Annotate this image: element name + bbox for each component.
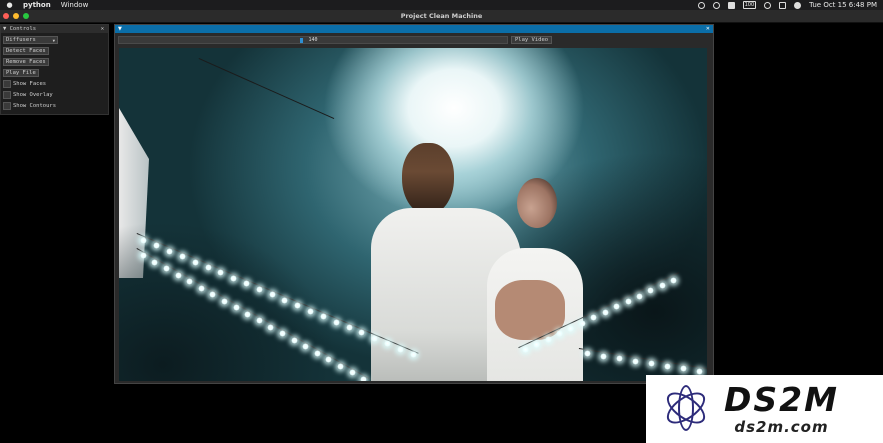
play-video-button[interactable]: Play Video bbox=[511, 36, 553, 44]
checkbox-box[interactable] bbox=[3, 80, 11, 88]
light-bulb bbox=[255, 317, 263, 325]
light-bulb bbox=[166, 247, 174, 255]
close-window-button[interactable] bbox=[3, 13, 9, 19]
light-bulb bbox=[521, 346, 529, 354]
light-bulb bbox=[319, 313, 327, 321]
watermark-brand: DS2M bbox=[724, 380, 839, 419]
model-select-value: Diffusers bbox=[6, 37, 36, 43]
light-bulb bbox=[360, 375, 368, 381]
controls-header-label: ▼ Controls bbox=[3, 26, 37, 32]
light-bulb bbox=[578, 319, 586, 327]
light-bulb bbox=[358, 329, 366, 337]
menu-window[interactable]: Window bbox=[61, 1, 89, 9]
checkbox-box[interactable] bbox=[3, 102, 11, 110]
light-bulb bbox=[664, 362, 671, 370]
sync-icon[interactable] bbox=[697, 1, 705, 9]
light-bulb bbox=[313, 349, 321, 357]
time-machine-icon[interactable] bbox=[712, 1, 720, 9]
close-icon[interactable]: ✕ bbox=[101, 26, 104, 32]
maximize-window-button[interactable] bbox=[23, 13, 29, 19]
checkbox-box[interactable] bbox=[3, 91, 11, 99]
light-bulb bbox=[348, 369, 356, 377]
apple-icon[interactable]: ● bbox=[6, 1, 13, 9]
controls-panel: ▼ Controls ✕ Diffusers ▼ Detect Faces Re… bbox=[0, 24, 109, 115]
close-icon[interactable]: ✕ bbox=[706, 26, 710, 32]
wifi-icon[interactable] bbox=[764, 1, 772, 9]
ds2m-logo-icon bbox=[656, 379, 716, 439]
checkbox-label: Show Overlay bbox=[13, 92, 53, 98]
light-bulb bbox=[178, 253, 186, 261]
video-frame bbox=[119, 48, 707, 381]
light-bulb bbox=[139, 252, 147, 260]
light-bulb bbox=[221, 297, 228, 305]
watermark-url: ds2m.com bbox=[734, 418, 829, 436]
light-bulb bbox=[636, 292, 643, 300]
frame-slider[interactable]: 140 bbox=[118, 36, 508, 44]
light-bulb bbox=[244, 310, 252, 318]
player-header[interactable]: ▼ ✕ bbox=[115, 25, 713, 33]
light-bulb bbox=[544, 335, 552, 343]
video-player-panel: ▼ ✕ 140 Play Video bbox=[114, 24, 714, 384]
light-bulb bbox=[601, 308, 609, 316]
watermark: DS2M ds2m.com bbox=[646, 375, 883, 443]
show-overlay-checkbox[interactable]: Show Overlay bbox=[3, 91, 108, 99]
minimize-window-button[interactable] bbox=[13, 13, 19, 19]
light-bulb bbox=[624, 298, 632, 306]
font-icon[interactable] bbox=[727, 1, 735, 9]
light-bulb bbox=[290, 336, 298, 344]
controls-header[interactable]: ▼ Controls ✕ bbox=[1, 25, 108, 33]
light-bulb bbox=[197, 284, 205, 292]
light-bulb bbox=[658, 282, 666, 290]
light-bulb bbox=[337, 362, 344, 370]
menu-clock[interactable]: Tue Oct 15 6:48 PM bbox=[809, 1, 877, 9]
window-titlebar: Project Clean Machine bbox=[0, 10, 883, 23]
menu-bar: ● python Window 100 Tue Oct 15 6:48 PM bbox=[0, 0, 883, 10]
detect-faces-button[interactable]: Detect Faces bbox=[3, 47, 49, 55]
chevron-down-icon: ▼ bbox=[52, 37, 55, 43]
frame-slider-value: 140 bbox=[308, 37, 318, 43]
light-bulb bbox=[255, 285, 263, 293]
status-area: 100 Tue Oct 15 6:48 PM bbox=[697, 1, 877, 9]
show-contours-checkbox[interactable]: Show Contours bbox=[3, 102, 108, 110]
light-bulb bbox=[307, 307, 315, 315]
show-faces-checkbox[interactable]: Show Faces bbox=[3, 80, 108, 88]
window-title: Project Clean Machine bbox=[400, 12, 483, 20]
woman-head bbox=[517, 178, 557, 228]
light-bulb bbox=[600, 352, 607, 360]
control-center-icon[interactable] bbox=[779, 1, 787, 9]
light-bulb bbox=[174, 271, 182, 279]
light-bulb bbox=[232, 304, 240, 312]
light-bulb bbox=[396, 345, 404, 353]
light-bulb bbox=[191, 258, 199, 266]
light-bulb bbox=[332, 318, 340, 326]
light-string bbox=[198, 58, 334, 119]
traffic-lights bbox=[3, 13, 29, 19]
light-bulb bbox=[345, 324, 353, 331]
play-file-button[interactable]: Play File bbox=[3, 69, 39, 77]
menu-app-name[interactable]: python bbox=[23, 1, 51, 9]
model-select[interactable]: Diffusers ▼ bbox=[3, 36, 58, 44]
remove-faces-button[interactable]: Remove Faces bbox=[3, 58, 49, 66]
light-bulb bbox=[204, 264, 212, 271]
frame-slider-handle[interactable] bbox=[300, 38, 303, 43]
siri-icon[interactable] bbox=[794, 1, 802, 9]
light-bulb bbox=[409, 351, 417, 359]
light-bulb bbox=[670, 276, 678, 284]
checkbox-label: Show Faces bbox=[13, 81, 47, 87]
checkbox-label: Show Contours bbox=[13, 103, 57, 109]
light-bulb bbox=[371, 334, 379, 342]
battery-badge[interactable]: 100 bbox=[742, 1, 757, 9]
man-head bbox=[402, 143, 454, 215]
light-bulb bbox=[696, 367, 703, 375]
watermark-text: DS2M ds2m.com bbox=[724, 380, 839, 437]
light-bulb bbox=[632, 357, 639, 365]
light-bulb bbox=[268, 291, 276, 299]
collapse-arrow-icon[interactable]: ▼ bbox=[118, 26, 122, 32]
light-bulb bbox=[230, 274, 238, 282]
